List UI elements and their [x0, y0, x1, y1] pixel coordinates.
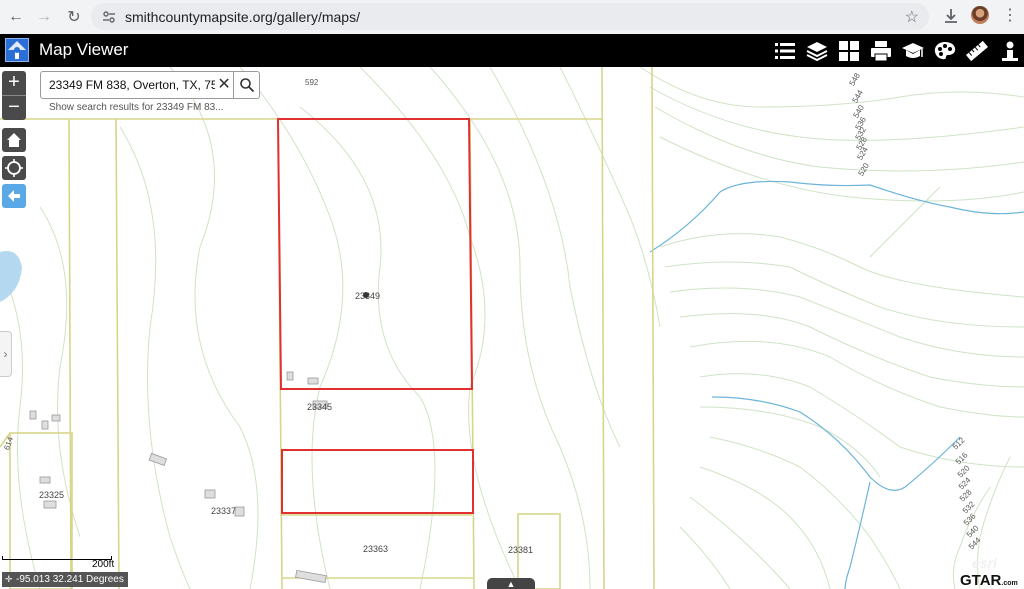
- parcel-label: 23363: [363, 544, 389, 554]
- url-text[interactable]: smithcountymapsite.org/gallery/maps/: [125, 9, 360, 25]
- parcel-label: 23349: [355, 291, 381, 301]
- basemap-grid-icon[interactable]: [835, 37, 863, 64]
- locate-icon[interactable]: [2, 156, 26, 180]
- contour-lines: [0, 67, 1024, 589]
- reload-icon[interactable]: ↻: [62, 5, 86, 29]
- search-input[interactable]: [49, 78, 216, 92]
- expand-panel-chevron-up-icon[interactable]: ▲: [487, 578, 535, 589]
- road-label: 592: [305, 78, 319, 87]
- forward-arrow-icon[interactable]: →: [32, 5, 56, 29]
- coordinate-text: -95.013 32.241 Degrees: [16, 574, 124, 585]
- search-icon: [239, 78, 254, 93]
- app-logo-icon: [5, 38, 29, 62]
- parcel-label: 23345: [307, 402, 333, 412]
- measure-ruler-icon[interactable]: [963, 37, 991, 64]
- zoom-out-icon[interactable]: −: [2, 96, 26, 120]
- home-icon[interactable]: [2, 128, 26, 152]
- side-panel-toggle[interactable]: ›: [0, 331, 12, 377]
- person-info-icon[interactable]: [996, 37, 1024, 64]
- profile-avatar[interactable]: [971, 6, 989, 24]
- parcel-lines: [0, 67, 655, 589]
- watermark-text: GTAR: [960, 572, 1002, 589]
- layers-icon[interactable]: [803, 37, 831, 64]
- print-icon[interactable]: [867, 37, 895, 64]
- search-box: ✕: [40, 71, 234, 99]
- back-arrow-icon[interactable]: ←: [4, 5, 28, 29]
- address-bar[interactable]: smithcountymapsite.org/gallery/maps/ ☆: [91, 3, 929, 30]
- download-icon[interactable]: [940, 5, 962, 27]
- close-icon[interactable]: ✕: [215, 76, 233, 94]
- map-canvas: [0, 67, 1024, 589]
- palette-icon[interactable]: [931, 37, 959, 64]
- list-icon[interactable]: [771, 37, 799, 64]
- browser-toolbar: ← → ↻ smithcountymapsite.org/gallery/map…: [0, 0, 1024, 34]
- app-title: Map Viewer: [39, 40, 129, 59]
- watermark: GTAR.com: [960, 572, 1018, 589]
- bookmark-star-icon[interactable]: ☆: [905, 7, 919, 27]
- coordinate-readout[interactable]: ✛ -95.013 32.241 Degrees: [2, 572, 128, 587]
- search-results-hint[interactable]: Show search results for 23349 FM 83...: [49, 102, 224, 113]
- graduation-cap-icon[interactable]: [899, 37, 927, 64]
- esri-attribution: esri: [972, 555, 997, 571]
- app-header: Map Viewer: [0, 34, 1024, 67]
- parcel-label: 23325: [39, 490, 65, 500]
- map-view[interactable]: 23349 23345 23325 23337 23363 23381 592 …: [0, 67, 1024, 589]
- zoom-controls: + −: [2, 71, 26, 120]
- selected-parcels: [276, 118, 474, 514]
- back-extent-icon[interactable]: [2, 184, 26, 208]
- crosshair-icon: ✛: [5, 574, 13, 584]
- parcel-label: 23381: [508, 545, 534, 555]
- zoom-in-icon[interactable]: +: [2, 71, 26, 95]
- site-info-icon[interactable]: [99, 7, 119, 27]
- kebab-menu-icon[interactable]: ⋮: [1001, 5, 1019, 27]
- search-button[interactable]: [233, 71, 260, 99]
- parcel-label: 23337: [211, 506, 237, 516]
- watermark-suffix: .com: [1001, 580, 1018, 587]
- scale-label: 200ft: [92, 559, 115, 570]
